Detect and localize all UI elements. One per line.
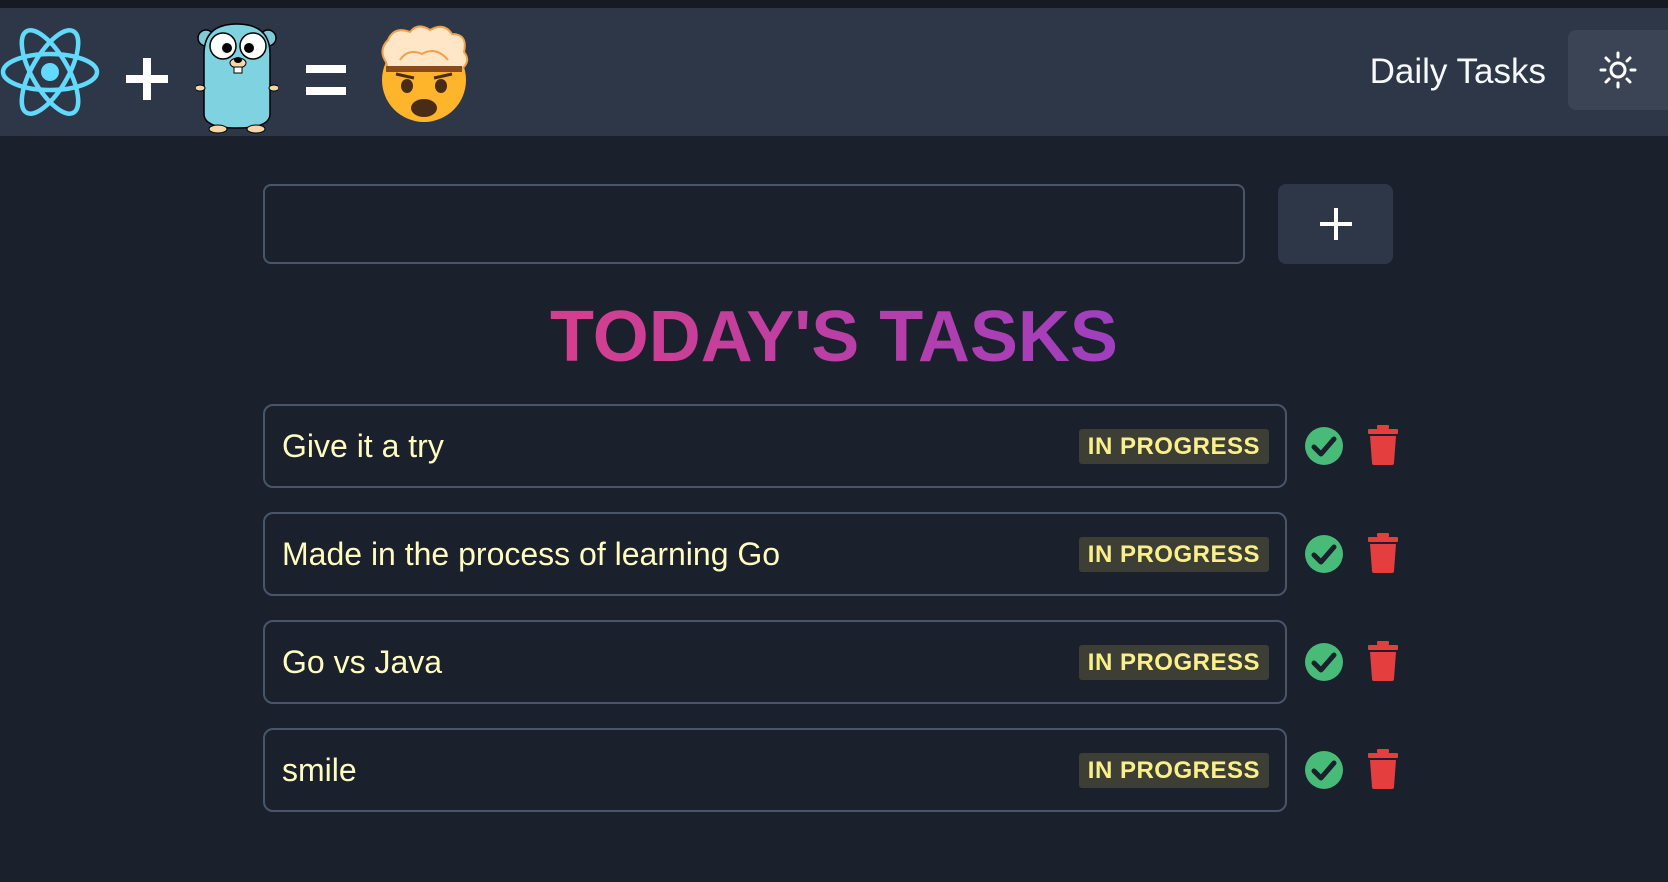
task-text: Made in the process of learning Go xyxy=(282,536,781,572)
status-badge: IN PROGRESS xyxy=(1078,753,1269,788)
sun-icon xyxy=(1599,51,1637,89)
task-row: Give it a try IN PROGRESS xyxy=(263,404,1423,488)
task-item: Give it a try IN PROGRESS xyxy=(263,404,1287,488)
status-badge: IN PROGRESS xyxy=(1078,537,1269,572)
check-circle-icon[interactable] xyxy=(1304,426,1344,466)
plus-icon xyxy=(1319,208,1352,240)
page-heading: TODAY'S TASKS xyxy=(0,296,1668,378)
trash-icon[interactable] xyxy=(1368,641,1398,681)
react-icon xyxy=(0,28,100,116)
task-text: smile xyxy=(282,752,357,788)
new-task-input[interactable] xyxy=(263,184,1245,264)
app-title: Daily Tasks xyxy=(1369,52,1546,91)
plus-operator-icon xyxy=(126,58,168,100)
page-heading-text: TODAY'S TASKS xyxy=(550,297,1118,377)
top-border-strip xyxy=(0,0,1668,8)
task-text: Give it a try xyxy=(282,428,444,464)
check-circle-icon[interactable] xyxy=(1304,534,1344,574)
theme-toggle-button[interactable] xyxy=(1568,30,1668,110)
task-item: Go vs Java IN PROGRESS xyxy=(263,620,1287,704)
task-item: smile IN PROGRESS xyxy=(263,728,1287,812)
task-row: smile IN PROGRESS xyxy=(263,728,1423,812)
check-circle-icon[interactable] xyxy=(1304,750,1344,790)
task-text: Go vs Java xyxy=(282,644,443,680)
equals-operator-icon xyxy=(306,65,346,95)
trash-icon[interactable] xyxy=(1368,749,1398,789)
task-row: Made in the process of learning Go IN PR… xyxy=(263,512,1423,596)
trash-icon[interactable] xyxy=(1368,425,1398,465)
task-item: Made in the process of learning Go IN PR… xyxy=(263,512,1287,596)
check-circle-icon[interactable] xyxy=(1304,642,1344,682)
status-badge: IN PROGRESS xyxy=(1078,645,1269,680)
navbar: Daily Tasks xyxy=(0,8,1668,136)
status-badge: IN PROGRESS xyxy=(1078,429,1269,464)
task-row: Go vs Java IN PROGRESS xyxy=(263,620,1423,704)
gopher-icon xyxy=(196,23,278,134)
mind-blown-icon xyxy=(381,25,469,122)
trash-icon[interactable] xyxy=(1368,533,1398,573)
add-task-button[interactable] xyxy=(1278,184,1393,264)
